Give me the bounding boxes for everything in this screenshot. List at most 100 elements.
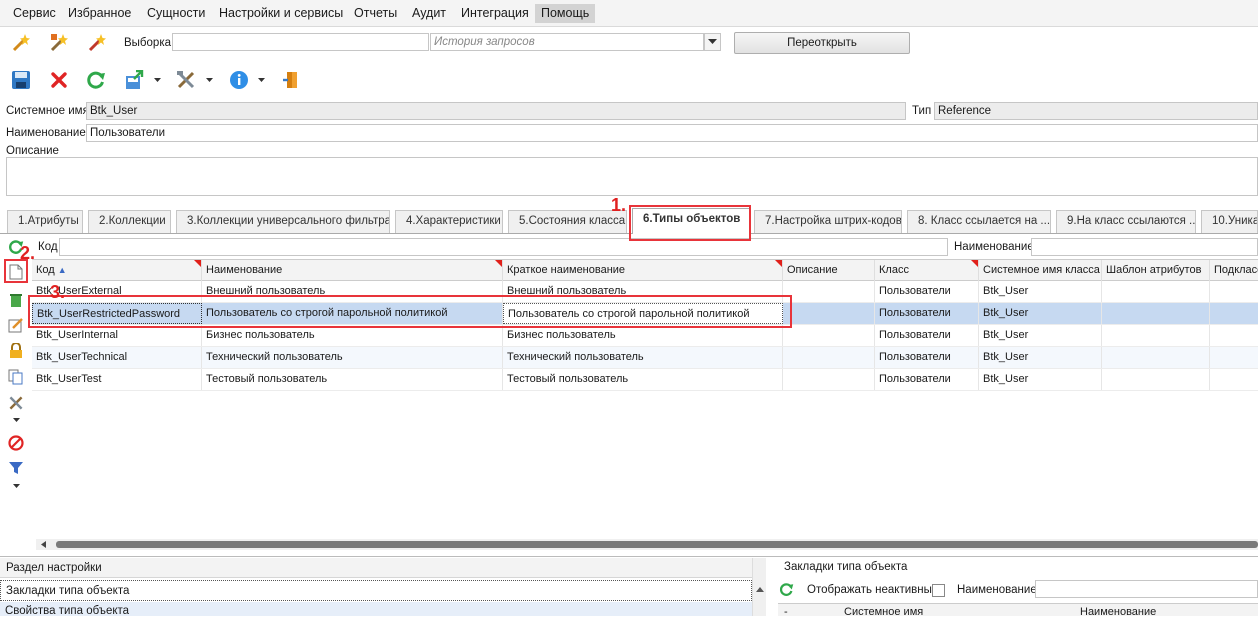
menu-entities[interactable]: Сущности [141,4,211,23]
menu-audit[interactable]: Аудит [406,4,452,23]
vertical-scrollbar[interactable] [752,558,766,616]
refresh-icon[interactable] [85,69,107,91]
system-name-label: Системное имя [6,105,89,117]
column-subclass[interactable]: Подкласс [1210,260,1258,281]
new-document-icon[interactable] [6,262,26,282]
refresh-icon[interactable] [778,581,794,597]
name-field[interactable]: Пользователи [86,124,1258,142]
scroll-up-icon[interactable] [755,585,765,593]
menu-favorites[interactable]: Избранное [62,4,137,23]
horizontal-scrollbar[interactable] [36,539,1258,550]
menu-service[interactable]: Сервис [7,4,62,23]
name-filter-input[interactable] [1031,238,1258,256]
cell-attribute-template [1102,347,1210,368]
selection-input[interactable] [172,33,429,51]
tools-icon[interactable] [175,69,197,91]
code-filter-input[interactable] [59,238,948,256]
cell-class: Пользователи [875,325,979,346]
table-row[interactable]: Btk_UserTest Тестовый пользователь Тесто… [32,369,1258,391]
copy-icon[interactable] [6,367,26,387]
annotation-number-1: 1. [611,195,627,215]
import-icon[interactable] [123,69,145,91]
tab-attributes[interactable]: 1.Атрибуты [7,210,83,233]
cell-name: Тестовый пользователь [202,369,503,390]
edit-icon[interactable] [6,315,26,335]
tab-barcode-settings[interactable]: 7.Настройка штрих-кодов [754,210,902,233]
menu-help[interactable]: Помощь [535,4,596,23]
tabs-divider [0,233,1258,234]
scroll-thumb[interactable] [56,541,1258,548]
tab-characteristics[interactable]: 4.Характеристики [395,210,503,233]
column-system-name[interactable]: Системное имя [844,606,923,618]
cell-name: Внешний пользователь [202,281,503,302]
table-row[interactable]: Btk_UserExternal Внешний пользователь Вн… [32,281,1258,303]
magic-wand-add-icon[interactable] [48,31,70,53]
cell-code: Btk_UserRestrictedPassword [32,303,202,324]
bottom-name-input[interactable] [1035,580,1258,598]
column-short-name[interactable]: Краткое наименование [503,260,783,281]
info-icon[interactable] [228,69,250,91]
column-class-system-name[interactable]: Системное имя класса [979,260,1102,281]
system-name-field[interactable]: Btk_User [86,102,906,120]
tab-object-types[interactable]: 6.Типы объектов [632,208,750,234]
dropdown-arrow-icon[interactable] [10,415,22,425]
tab-referenced-by[interactable]: 9.На класс ссылаются ... [1056,210,1196,233]
menu-reports[interactable]: Отчеты [348,4,403,23]
column-class[interactable]: Класс [875,260,979,281]
tab-collections[interactable]: 2.Коллекции [88,210,171,233]
description-field[interactable] [6,157,1258,196]
table-row-selected[interactable]: Btk_UserRestrictedPassword Пользователь … [32,303,1258,325]
history-input[interactable]: История запросов [430,33,704,51]
cell-class: Пользователи [875,347,979,368]
column-code[interactable]: Код ▲ [32,260,202,281]
trash-icon[interactable] [6,290,26,310]
dropdown-arrow-icon[interactable] [204,73,214,87]
table-row[interactable]: Btk_UserInternal Бизнес пользователь Биз… [32,325,1258,347]
no-entry-icon[interactable] [6,433,26,453]
tools-icon[interactable] [6,393,26,413]
cell-class: Пользователи [875,281,979,302]
annotation-number-2: 2. [20,243,36,263]
selection-label: Выборка [124,37,171,49]
cell-attribute-template [1102,281,1210,302]
annotation-number-3: 3. [50,282,66,302]
exit-door-icon[interactable] [280,69,302,91]
tab-class-states[interactable]: 5.Состояния класса [508,210,627,233]
cell-description [783,325,875,346]
tab-unique[interactable]: 10.Уника [1201,210,1258,233]
column-attribute-template[interactable]: Шаблон атрибутов [1102,260,1210,281]
filter-icon[interactable] [6,458,26,478]
chevron-down-icon[interactable] [704,33,721,51]
dropdown-arrow-icon[interactable] [256,73,266,87]
magic-wand-edit-icon[interactable] [86,31,108,53]
save-icon[interactable] [10,69,32,91]
dropdown-arrow-icon[interactable] [10,481,22,491]
cell-name: Бизнес пользователь [202,325,503,346]
cell-class: Пользователи [875,303,979,324]
magic-wand-icon[interactable] [10,31,32,53]
cell-name: Пользователь со строгой парольной полити… [202,303,503,324]
tab-universal-filter-collections[interactable]: 3.Коллекции универсального фильтра [176,210,390,233]
dropdown-arrow-icon[interactable] [152,73,162,87]
table-row[interactable]: Btk_UserTechnical Технический пользовате… [32,347,1258,369]
menu-settings-services[interactable]: Настройки и сервисы [213,4,349,23]
settings-item-object-tabs[interactable]: Закладки типа объекта [0,580,752,601]
show-inactive-checkbox[interactable] [932,584,945,597]
column-description[interactable]: Описание [783,260,875,281]
column-bottom-name[interactable]: Наименование [1080,606,1156,618]
settings-item-object-properties[interactable]: Свойства типа объекта [0,602,752,617]
cell-description [783,347,875,368]
column-name[interactable]: Наименование [202,260,503,281]
cell-description [783,281,875,302]
lock-icon[interactable] [6,341,26,361]
cell-name: Технический пользователь [202,347,503,368]
delete-icon[interactable] [48,69,70,91]
tab-class-references[interactable]: 8. Класс ссылается на ... [907,210,1051,233]
settings-item-label: Закладки типа объекта [6,585,130,597]
reopen-button[interactable]: Переоткрыть [734,32,910,54]
type-field[interactable]: Reference [934,102,1258,120]
cell-code: Btk_UserTechnical [32,347,202,368]
cell-short-name[interactable]: Пользователь со строгой парольной полити… [503,303,783,324]
scroll-left-icon[interactable] [36,539,50,550]
menu-integration[interactable]: Интеграция [455,4,535,23]
